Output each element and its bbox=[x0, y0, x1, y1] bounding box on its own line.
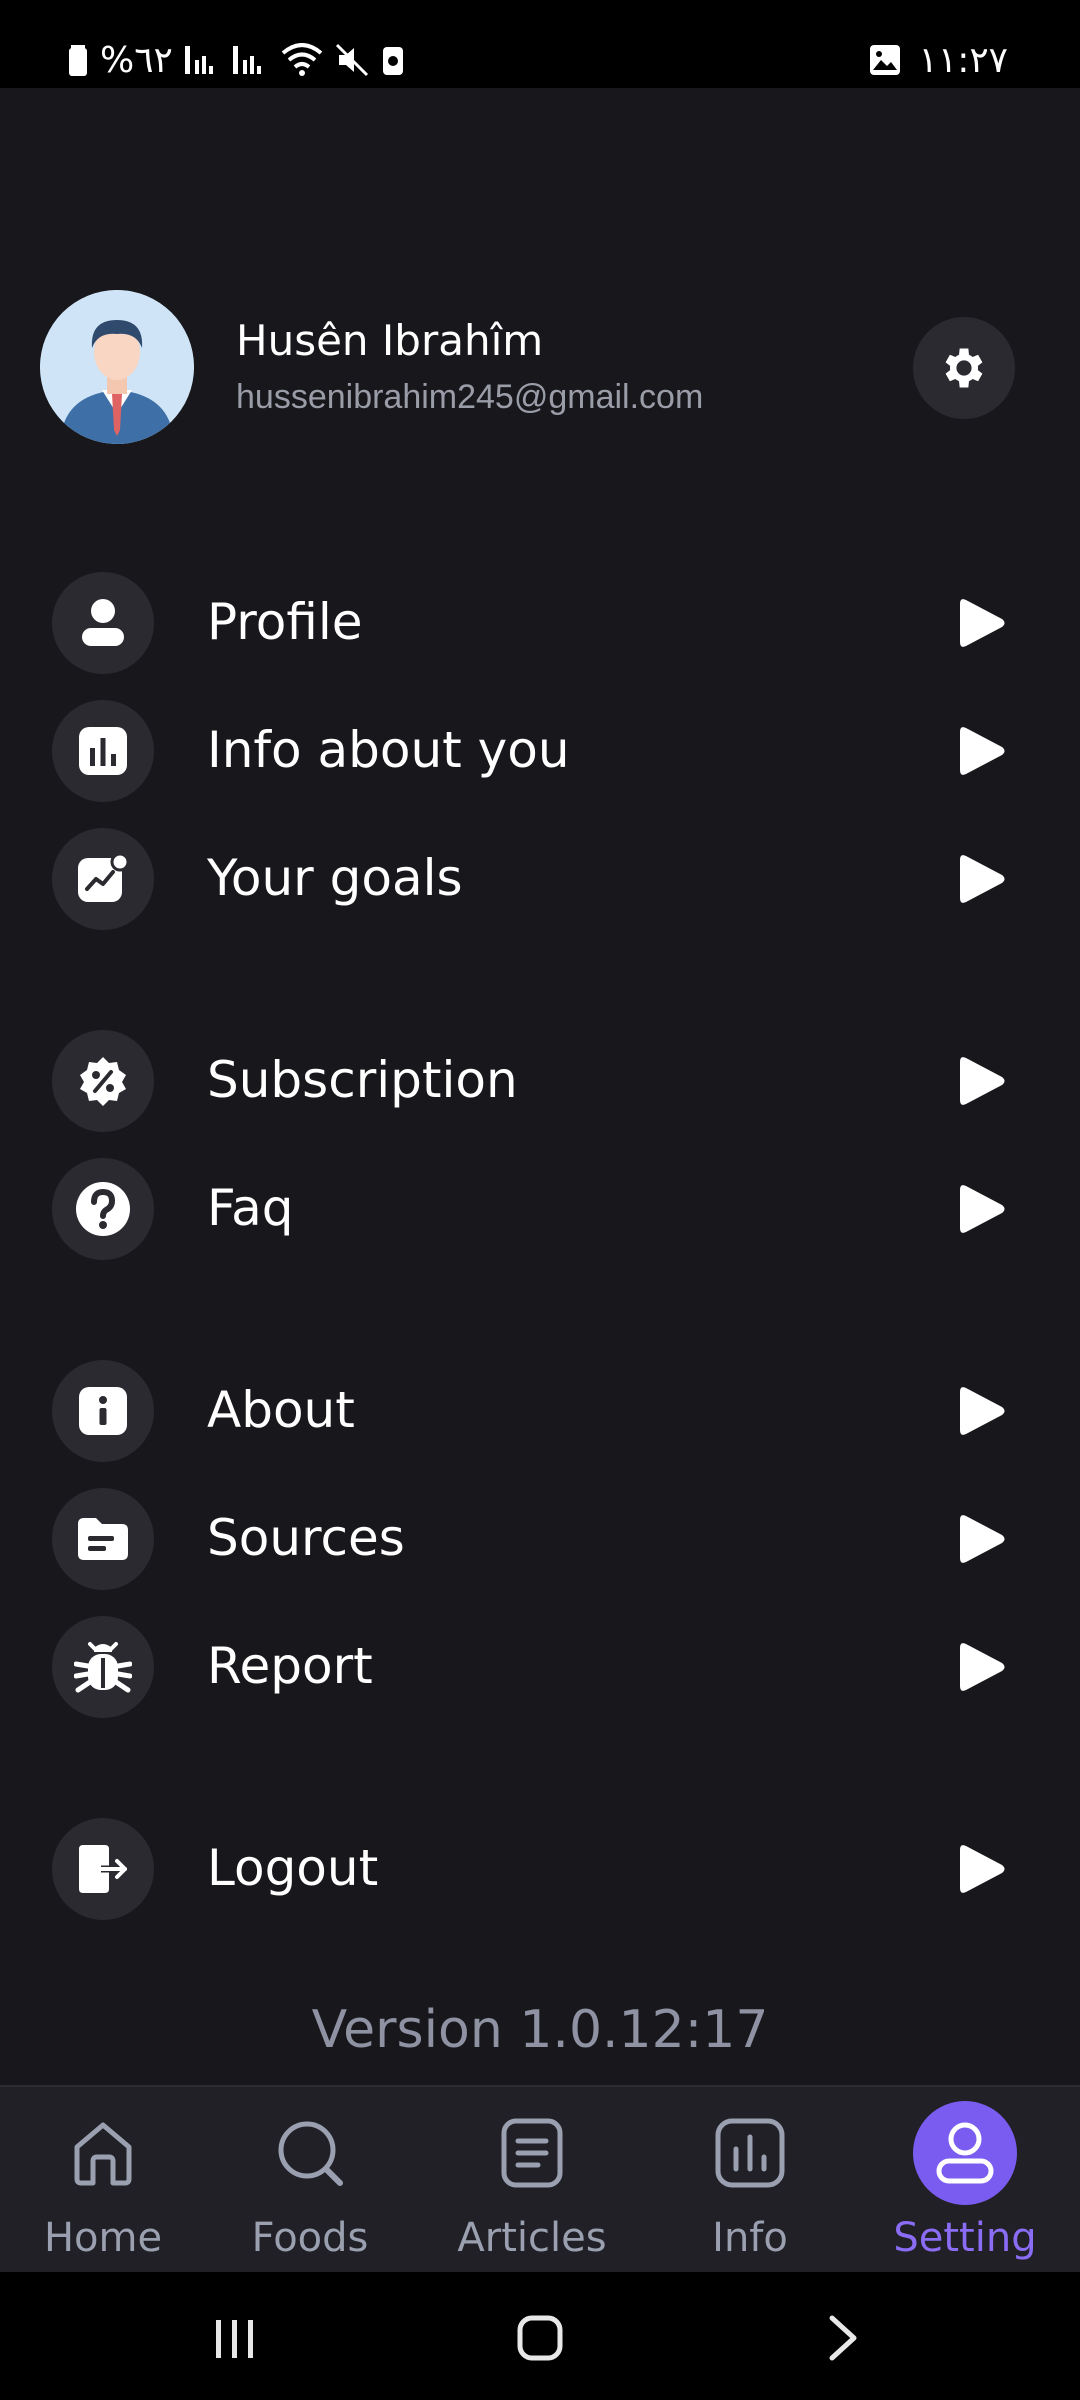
status-time: ١١:٢٧ bbox=[918, 39, 1008, 81]
info-about-you-icon-wrap bbox=[52, 700, 154, 802]
play-arrow-icon bbox=[960, 855, 1005, 903]
play-arrow-icon bbox=[960, 727, 1005, 775]
bug-icon bbox=[74, 1642, 132, 1693]
menu-item-faq[interactable]: Faq bbox=[0, 1144, 1080, 1272]
nav-foods[interactable]: Foods bbox=[206, 2087, 414, 2274]
system-navigation-bar bbox=[0, 2272, 1080, 2400]
nav-label-articles: Articles bbox=[457, 2215, 607, 2261]
user-name: Husên Ibrahîm bbox=[236, 316, 544, 365]
menu-item-subscription[interactable]: Subscription bbox=[0, 1016, 1080, 1144]
faq-icon-wrap bbox=[52, 1158, 154, 1260]
gear-icon bbox=[945, 348, 983, 388]
folder-icon bbox=[78, 1518, 128, 1560]
question-icon bbox=[76, 1182, 130, 1236]
user-email: hussenibrahim245@gmail.com bbox=[236, 378, 704, 416]
trend-chart-icon bbox=[78, 853, 129, 902]
avatar-illustration bbox=[40, 290, 194, 444]
play-arrow-icon bbox=[960, 1057, 1005, 1105]
menu-item-info-about-you[interactable]: Info about you bbox=[0, 686, 1080, 814]
menu-label-subscription: Subscription bbox=[207, 1051, 518, 1109]
subscription-icon-wrap bbox=[52, 1030, 154, 1132]
nav-label-home: Home bbox=[43, 2215, 163, 2261]
status-bar: %٦٢ ١١:٢٧ bbox=[0, 0, 1080, 88]
info-icon-wrap bbox=[698, 2101, 802, 2205]
discount-badge-icon bbox=[80, 1057, 126, 1106]
menu-label-report: Report bbox=[207, 1637, 373, 1695]
status-left-group: %٦٢ bbox=[68, 38, 405, 82]
logout-icon bbox=[79, 1845, 127, 1893]
menu-item-report[interactable]: Report bbox=[0, 1602, 1080, 1730]
recent-apps-icon[interactable] bbox=[212, 2316, 258, 2362]
nav-home[interactable]: Home bbox=[0, 2087, 206, 2274]
nav-setting[interactable]: Setting bbox=[850, 2087, 1080, 2274]
bottom-navigation: Home Foods Articles Info Setting bbox=[0, 2085, 1080, 2272]
mute-icon bbox=[335, 43, 368, 77]
user-icon bbox=[936, 2122, 994, 2184]
play-arrow-icon bbox=[960, 1643, 1005, 1691]
play-arrow-icon bbox=[960, 1845, 1005, 1893]
report-icon-wrap bbox=[52, 1616, 154, 1718]
avatar[interactable] bbox=[40, 290, 194, 444]
play-arrow-icon bbox=[960, 1515, 1005, 1563]
menu-label-logout: Logout bbox=[207, 1839, 379, 1897]
home-icon-wrap bbox=[51, 2101, 155, 2205]
info-icon bbox=[79, 1387, 127, 1435]
home-system-icon[interactable] bbox=[516, 2314, 564, 2362]
battery-saver-icon bbox=[382, 47, 403, 75]
settings-button[interactable] bbox=[913, 317, 1015, 419]
setting-icon-wrap bbox=[913, 2101, 1017, 2205]
menu-label-sources: Sources bbox=[207, 1509, 405, 1567]
status-right-group: ١١:٢٧ bbox=[869, 38, 1008, 82]
menu-item-about[interactable]: About bbox=[0, 1346, 1080, 1474]
bar-chart-outline-icon bbox=[715, 2118, 785, 2188]
nav-info[interactable]: Info bbox=[650, 2087, 850, 2274]
battery-percent: %٦٢ bbox=[100, 39, 173, 81]
battery-icon bbox=[69, 45, 87, 76]
play-arrow-icon bbox=[960, 599, 1005, 647]
menu-item-your-goals[interactable]: Your goals bbox=[0, 814, 1080, 942]
person-icon bbox=[82, 599, 124, 646]
menu-label-about: About bbox=[207, 1381, 355, 1439]
nav-articles[interactable]: Articles bbox=[414, 2087, 650, 2274]
signal-icon bbox=[184, 46, 213, 74]
home-icon bbox=[74, 2122, 132, 2186]
about-icon-wrap bbox=[52, 1360, 154, 1462]
sources-icon-wrap bbox=[52, 1488, 154, 1590]
nav-label-foods: Foods bbox=[251, 2215, 369, 2261]
document-icon bbox=[501, 2118, 563, 2188]
your-goals-icon-wrap bbox=[52, 828, 154, 930]
menu-item-profile[interactable]: Profile bbox=[0, 558, 1080, 686]
menu-item-logout[interactable]: Logout bbox=[0, 1804, 1080, 1932]
signal-icon-2 bbox=[232, 46, 261, 74]
profile-icon-wrap bbox=[52, 572, 154, 674]
profile-header: Husên Ibrahîm hussenibrahim245@gmail.com bbox=[0, 290, 1080, 444]
wifi-icon bbox=[281, 43, 323, 76]
articles-icon-wrap bbox=[480, 2101, 584, 2205]
bar-chart-icon bbox=[79, 727, 127, 775]
menu-label-info-about-you: Info about you bbox=[207, 721, 570, 779]
menu-item-sources[interactable]: Sources bbox=[0, 1474, 1080, 1602]
logout-icon-wrap bbox=[52, 1818, 154, 1920]
gallery-notification-icon bbox=[869, 45, 900, 75]
menu-label-faq: Faq bbox=[207, 1179, 294, 1237]
menu-label-your-goals: Your goals bbox=[207, 849, 463, 907]
play-arrow-icon bbox=[960, 1387, 1005, 1435]
foods-icon-wrap bbox=[258, 2101, 362, 2205]
nav-label-info: Info bbox=[712, 2215, 788, 2261]
play-arrow-icon bbox=[960, 1185, 1005, 1233]
app-version: Version 1.0.12:17 bbox=[311, 2000, 769, 2060]
search-icon bbox=[278, 2121, 343, 2186]
nav-label-setting: Setting bbox=[893, 2215, 1037, 2261]
back-chevron-icon[interactable] bbox=[826, 2314, 860, 2362]
menu-label-profile: Profile bbox=[207, 593, 363, 651]
